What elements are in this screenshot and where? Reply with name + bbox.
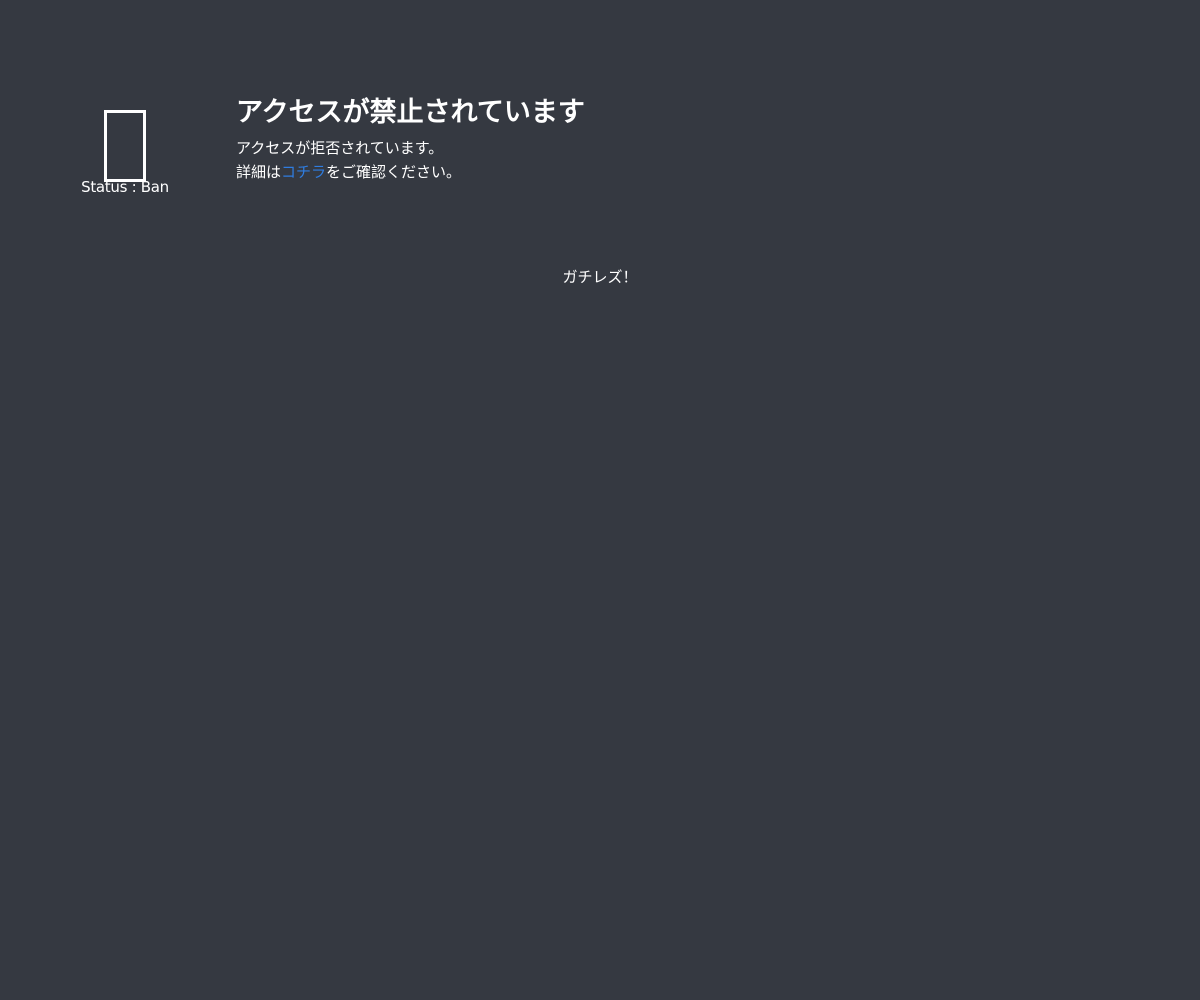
error-page: Status : Ban アクセスが禁止されています アクセスが拒否されています… <box>0 0 1200 1000</box>
description-line-2: 詳細はコチラをご確認ください。 <box>236 160 585 184</box>
status-panel: Status : Ban <box>70 98 180 196</box>
status-text: Status : Ban <box>81 178 169 196</box>
description-line-1: アクセスが拒否されています。 <box>236 139 444 157</box>
error-description: アクセスが拒否されています。 詳細はコチラをご確認ください。 <box>236 136 585 184</box>
site-brand: ガチレズ！ <box>562 268 638 286</box>
details-link[interactable]: コチラ <box>281 163 326 181</box>
description-suffix: をご確認ください。 <box>326 163 462 181</box>
description-prefix: 詳細は <box>236 163 282 181</box>
ban-icon <box>104 110 146 182</box>
error-message: アクセスが禁止されています アクセスが拒否されています。 詳細はコチラをご確認く… <box>236 94 585 184</box>
page-title: アクセスが禁止されています <box>236 97 585 128</box>
